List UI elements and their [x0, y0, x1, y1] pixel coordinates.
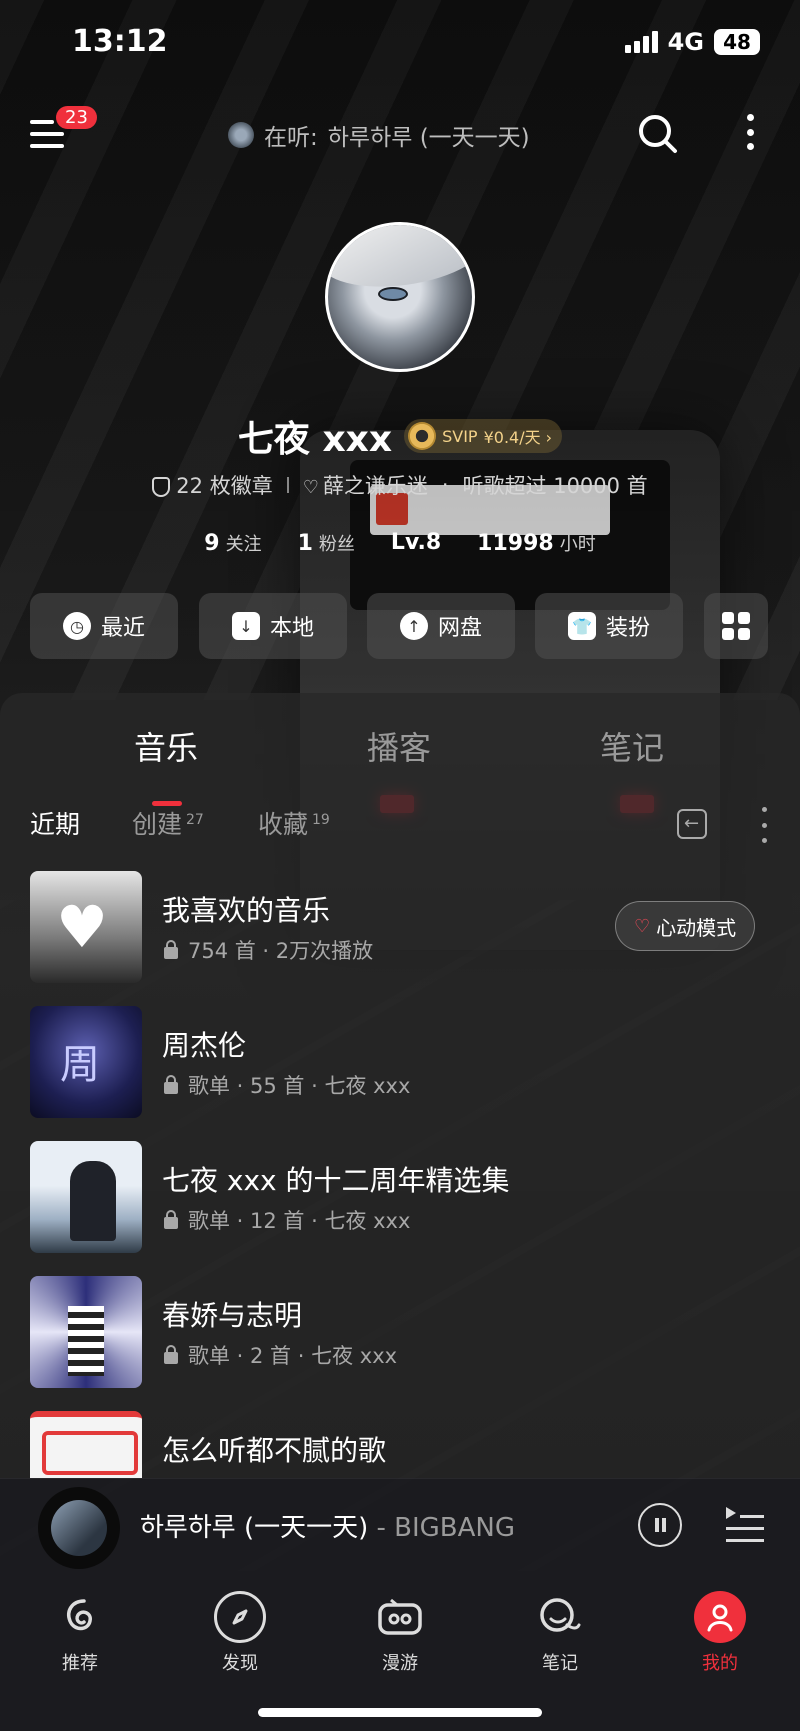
- subtab-collected[interactable]: 收藏 19: [258, 805, 330, 841]
- stat-following[interactable]: 9 关注: [204, 530, 261, 556]
- signal-icon: [624, 31, 658, 53]
- playlist-item[interactable]: 春娇与志明 歌单 · 2 首 · 七夜 xxx: [30, 1276, 770, 1388]
- badge-icon: [152, 477, 171, 497]
- cloud-drive-button[interactable]: ↑ 网盘: [367, 593, 515, 659]
- badges-link[interactable]: 22 枚徽章: [152, 470, 273, 500]
- subtab-created[interactable]: 创建 27: [132, 805, 204, 841]
- search-button[interactable]: [636, 112, 680, 156]
- now-playing-song: 하루하루 (一天一天): [327, 125, 530, 151]
- local-button[interactable]: ↓ 本地: [199, 593, 347, 659]
- status-time: 13:12: [72, 24, 168, 59]
- stat-fans[interactable]: 1 粉丝: [298, 530, 355, 556]
- heart-icon: ♡: [302, 477, 319, 498]
- profile-stats: 9 关注 1 粉丝 Lv.8 11998 小时: [0, 530, 800, 556]
- content-panel: 音乐 播客 笔记 近期 创建27 收藏19 我喜欢的音乐 754 首 · 2万次…: [0, 693, 800, 1478]
- shirt-icon: 👕: [567, 612, 596, 640]
- playlist-queue-button[interactable]: [726, 1503, 764, 1543]
- username[interactable]: 七夜 xxx: [238, 410, 392, 462]
- playlist-cover: [30, 1141, 142, 1253]
- playlist-item[interactable]: 七夜 xxx 的十二周年精选集 歌单 · 12 首 · 七夜 xxx: [30, 1141, 770, 1253]
- lock-icon: [164, 1075, 178, 1094]
- import-icon[interactable]: [677, 809, 707, 839]
- more-apps-button[interactable]: [704, 593, 768, 659]
- nav-roam[interactable]: 漫游: [345, 1591, 455, 1675]
- player-song-title: 하루하루 (一天一天): [140, 1513, 369, 1543]
- playlist-item[interactable]: 周杰伦 歌单 · 55 首 · 七夜 xxx: [30, 1006, 770, 1118]
- nav-discover[interactable]: 发现: [185, 1591, 295, 1675]
- compass-icon: [214, 1591, 266, 1643]
- avatar[interactable]: [325, 222, 475, 372]
- player-artist: - BIGBANG: [368, 1513, 516, 1543]
- playlist-cover: [30, 1006, 142, 1118]
- netease-logo-icon: [54, 1591, 106, 1643]
- tab-podcast[interactable]: 播客: [367, 723, 431, 769]
- nav-recommend[interactable]: 推荐: [25, 1591, 135, 1675]
- user-vip-icon: [694, 1591, 746, 1643]
- album-disc[interactable]: [38, 1487, 120, 1569]
- heartbeat-icon: ♡: [634, 915, 651, 937]
- apps-grid-icon: [722, 612, 750, 640]
- nav-notes[interactable]: 笔记: [505, 1591, 615, 1675]
- top-bar: 23 在听: 하루하루 (一天一天): [0, 100, 800, 170]
- content-tabs: 音乐 播客 笔记: [0, 723, 800, 806]
- playlist-cover: [30, 871, 142, 983]
- more-vertical-icon[interactable]: [760, 807, 768, 843]
- playlist-cover: [30, 1276, 142, 1388]
- listen-count: 听歌超过 10000 首: [462, 474, 648, 498]
- menu-badge: 23: [56, 106, 97, 129]
- vinyl-icon: [408, 422, 437, 450]
- network-type: 4G: [667, 28, 704, 56]
- svip-price: ¥0.4/天 ›: [483, 428, 553, 447]
- tab-music[interactable]: 音乐: [134, 723, 198, 769]
- heart-mode-button[interactable]: ♡ 心动模式: [615, 901, 756, 951]
- nav-mine[interactable]: 我的: [665, 1591, 775, 1675]
- chat-bubble-icon: [534, 1591, 586, 1643]
- subtab-recent[interactable]: 近期: [30, 805, 80, 841]
- stat-hours[interactable]: 11998 小时: [477, 530, 596, 556]
- home-indicator[interactable]: [258, 1708, 542, 1717]
- profile-meta-row: 22 枚徽章 ♡ 薛之谦乐迷 · 听歌超过 10000 首: [0, 470, 800, 500]
- status-bar: 13:12 4G 48: [0, 0, 800, 90]
- playlist-subtabs: 近期 创建 27 收藏 19: [0, 805, 800, 849]
- playlist-item[interactable]: 怎么听都不腻的歌: [30, 1411, 770, 1478]
- lock-icon: [164, 940, 178, 959]
- battery-icon: 48: [714, 29, 760, 55]
- tab-notes[interactable]: 笔记: [600, 723, 664, 769]
- search-icon: [639, 115, 677, 153]
- svip-badge[interactable]: SVIP ¥0.4/天 ›: [404, 419, 563, 453]
- now-playing-ticker[interactable]: 在听: 하루하루 (一天一天): [228, 118, 530, 152]
- radio-icon: [374, 1591, 426, 1643]
- clock-icon: ◷: [62, 612, 91, 640]
- mini-player[interactable]: 하루하루 (一天一天) - BIGBANG: [0, 1478, 800, 1571]
- bottom-nav: 推荐 发现 漫游 笔记 我的: [0, 1571, 800, 1731]
- disc-icon: [228, 122, 254, 148]
- svip-label: SVIP: [442, 426, 478, 446]
- stat-level[interactable]: Lv.8: [391, 530, 441, 556]
- menu-button[interactable]: 23: [30, 106, 97, 152]
- dress-up-button[interactable]: 👕 装扮: [535, 593, 683, 659]
- lock-icon: [164, 1345, 178, 1364]
- profile-name-row: 七夜 xxx SVIP ¥0.4/天 ›: [0, 410, 800, 462]
- playlist-item[interactable]: 我喜欢的音乐 754 首 · 2万次播放 ♡ 心动模式: [30, 871, 770, 983]
- pause-button[interactable]: [638, 1503, 682, 1547]
- recent-button[interactable]: ◷ 最近: [30, 593, 178, 659]
- lock-icon: [164, 1210, 178, 1229]
- fan-label[interactable]: ♡ 薛之谦乐迷: [303, 470, 428, 500]
- playlist-cover: [30, 1411, 142, 1478]
- cloud-upload-icon: ↑: [399, 612, 428, 640]
- download-icon: ↓: [231, 612, 260, 640]
- more-vertical-button[interactable]: [740, 110, 760, 154]
- now-playing-prefix: 在听:: [264, 125, 318, 151]
